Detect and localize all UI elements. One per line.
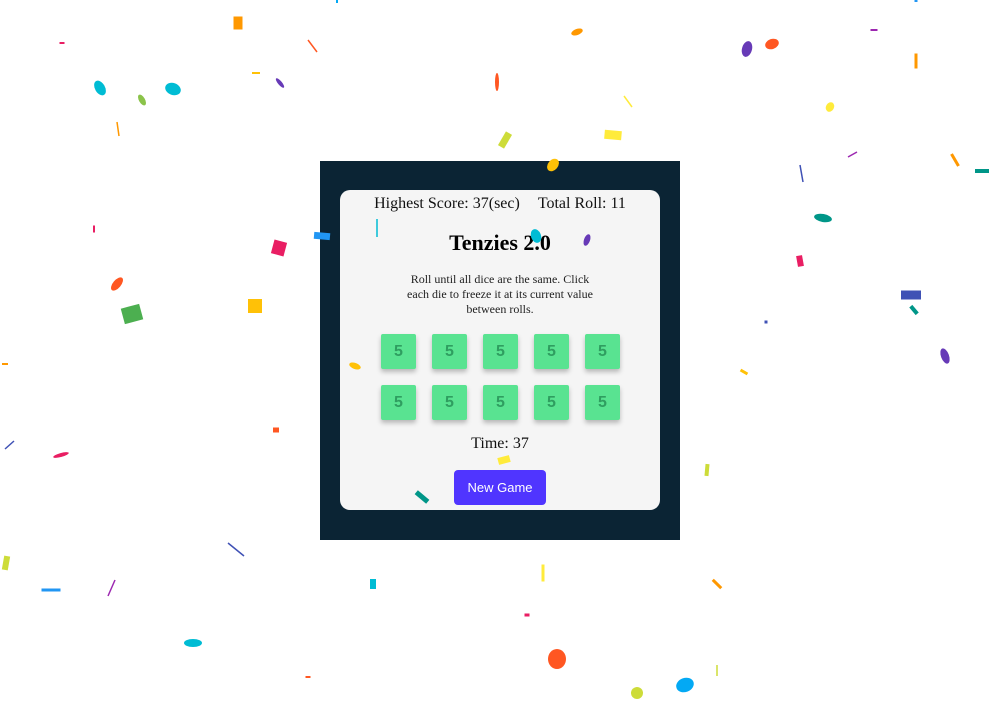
confetti-piece	[765, 38, 779, 50]
confetti-piece	[252, 72, 260, 74]
confetti-piece	[704, 463, 710, 477]
stats-row: Highest Score: 37(sec) Total Roll: 11	[340, 195, 660, 213]
die[interactable]: 5	[483, 334, 518, 369]
page-title: Tenzies 2.0	[449, 230, 551, 255]
confetti-piece	[305, 676, 311, 678]
instructions-text: Roll until all dice are the same. Click …	[407, 272, 593, 316]
confetti-piece	[248, 299, 262, 313]
confetti-piece	[111, 277, 123, 291]
confetti-piece	[604, 129, 622, 141]
confetti-piece	[370, 579, 376, 589]
confetti-piece	[950, 153, 960, 167]
die[interactable]: 5	[585, 385, 620, 420]
highest-score: Highest Score: 37(sec)	[374, 195, 520, 212]
confetti-piece	[975, 169, 989, 173]
confetti-piece	[1, 555, 11, 571]
confetti-piece	[711, 578, 723, 590]
confetti-piece	[631, 687, 643, 699]
confetti-piece	[764, 320, 768, 324]
confetti-piece	[336, 0, 338, 3]
new-game-button[interactable]: New Game	[454, 470, 546, 505]
confetti-piece	[53, 452, 69, 458]
confetti-piece	[739, 368, 749, 376]
confetti-piece	[2, 363, 8, 365]
confetti-piece	[59, 42, 65, 44]
confetti-piece	[41, 588, 61, 592]
confetti-piece	[270, 239, 288, 257]
confetti-piece	[138, 94, 146, 106]
confetti-piece	[940, 348, 950, 364]
confetti-piece	[847, 151, 858, 158]
confetti-piece	[227, 542, 245, 557]
confetti-piece	[495, 73, 499, 91]
dice-grid: 5 5 5 5 5 5 5 5 5 5	[381, 334, 621, 420]
confetti-piece	[233, 16, 243, 30]
game-card: Highest Score: 37(sec) Total Roll: 11 Ten…	[340, 190, 660, 510]
die[interactable]: 5	[534, 334, 569, 369]
confetti-piece	[909, 304, 919, 316]
confetti-piece	[623, 95, 633, 108]
confetti-piece	[524, 613, 530, 617]
confetti-piece	[94, 80, 106, 96]
die[interactable]: 5	[483, 385, 518, 420]
confetti-piece	[914, 0, 918, 2]
confetti-piece	[901, 290, 921, 300]
die[interactable]: 5	[432, 385, 467, 420]
confetti-piece	[307, 39, 318, 53]
confetti-piece	[107, 579, 116, 597]
confetti-piece	[4, 440, 15, 450]
die[interactable]: 5	[585, 334, 620, 369]
confetti-piece	[93, 225, 95, 233]
confetti-piece	[796, 255, 804, 267]
confetti-piece	[497, 131, 513, 149]
die[interactable]: 5	[381, 385, 416, 420]
confetti-piece	[741, 41, 753, 57]
confetti-piece	[799, 164, 804, 183]
die[interactable]: 5	[534, 385, 569, 420]
confetti-piece	[165, 82, 181, 96]
confetti-piece	[541, 564, 545, 582]
confetti-piece	[825, 102, 835, 112]
die[interactable]: 5	[381, 334, 416, 369]
confetti-piece	[814, 213, 832, 223]
timer: Time: 37	[471, 435, 529, 452]
confetti-piece	[914, 53, 918, 69]
confetti-piece	[116, 121, 120, 137]
confetti-piece	[273, 427, 279, 433]
confetti-piece	[571, 28, 583, 36]
confetti-piece	[275, 78, 285, 88]
confetti-piece	[548, 649, 566, 669]
confetti-piece	[676, 677, 694, 693]
confetti-piece	[120, 303, 144, 325]
confetti-piece	[870, 29, 878, 31]
die[interactable]: 5	[432, 334, 467, 369]
total-roll: Total Roll: 11	[537, 195, 626, 212]
confetti-piece	[184, 639, 202, 647]
game-frame: Highest Score: 37(sec) Total Roll: 11 Ten…	[320, 161, 680, 540]
